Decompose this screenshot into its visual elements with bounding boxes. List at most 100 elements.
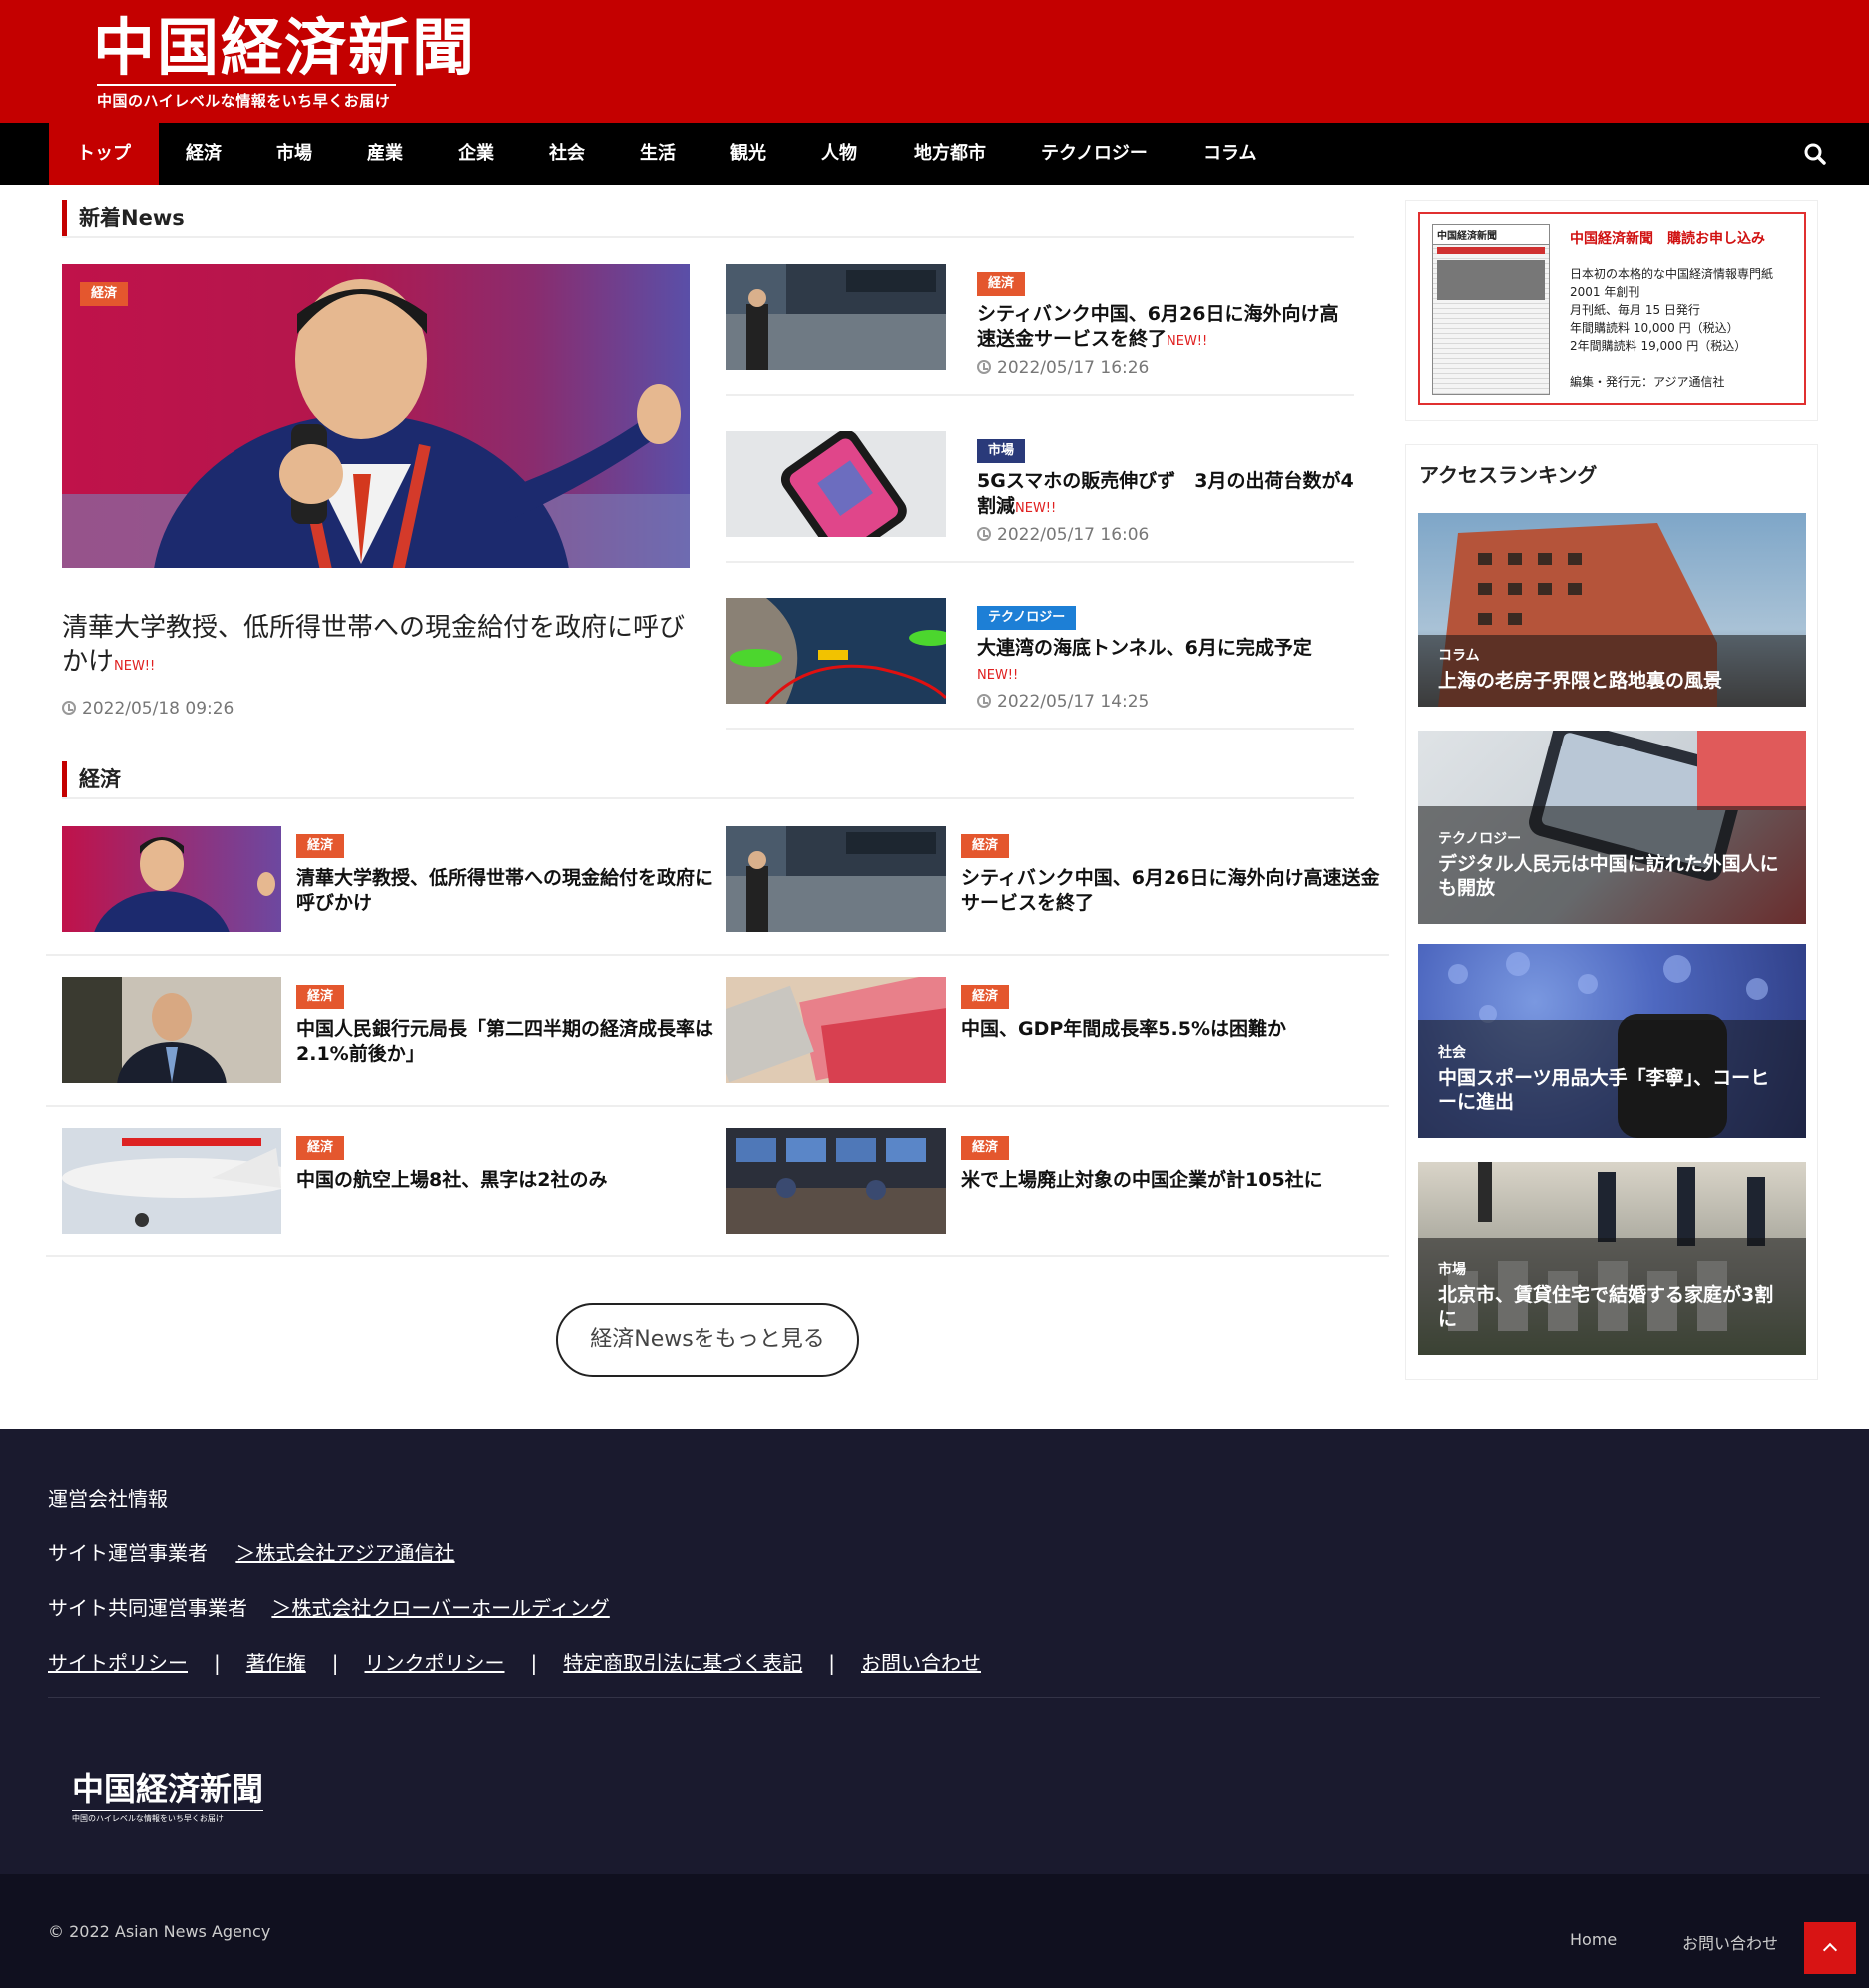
site-logo[interactable]: 中国経済新聞 中国のハイレベルな情報をいち早くお届け [93, 12, 476, 111]
category-tag[interactable]: 市場 [977, 439, 1026, 463]
date-text: 2022/05/17 14:25 [997, 692, 1150, 712]
subscription-ad[interactable]: 中国経済新聞 中国経済新聞 購読お申し込み 日本初の本格的な中国経済情報専門紙 … [1418, 212, 1806, 405]
article-thumbnail[interactable] [62, 977, 281, 1083]
date-text: 2022/05/18 09:26 [82, 699, 234, 719]
bottom-link-home[interactable]: Home [1570, 1930, 1617, 1949]
category-tag[interactable]: 経済 [961, 1136, 1010, 1160]
operator-label: サイト運営事業者 [48, 1541, 208, 1565]
nav-item-industry[interactable]: 産業 [339, 123, 431, 185]
section-heading-economy: 経済 [62, 747, 1354, 799]
article-title-text: 大連湾の海底トンネル、6月に完成予定 [977, 637, 1312, 659]
article-thumbnail[interactable] [726, 826, 946, 932]
footer-link-link-policy[interactable]: リンクポリシー [365, 1651, 505, 1675]
article-title[interactable]: シティバンク中国、6月26日に海外向け高速送金サービスを終了NEW!! [977, 302, 1354, 354]
nav-item-economy[interactable]: 経済 [158, 123, 249, 185]
separator: | [331, 1651, 339, 1675]
bottom-link-contact[interactable]: お問い合わせ [1682, 1930, 1778, 1954]
separator: | [530, 1651, 538, 1675]
ranking-title-text: デジタル人民元は中国に訪れた外国人にも開放 [1438, 853, 1779, 899]
latest-item: テクノロジー 大連湾の海底トンネル、6月に完成予定 NEW!! 2022/05/1… [726, 598, 1354, 730]
nav-item-people[interactable]: 人物 [793, 123, 885, 185]
site-footer: 運営会社情報 サイト運営事業者 ＞株式会社アジア通信社 サイト共同運営事業者 ＞… [0, 1429, 1869, 1874]
date-text: 2022/05/17 16:26 [997, 358, 1150, 378]
more-economy-news-button[interactable]: 経済Newsをもっと見る [556, 1303, 859, 1377]
featured-date: 2022/05/18 09:26 [62, 699, 234, 719]
newspaper-image: 中国経済新聞 [1432, 224, 1550, 395]
back-to-top-button[interactable] [1804, 1922, 1856, 1974]
new-badge: NEW!! [977, 668, 1019, 683]
ranking-item[interactable]: 社会 中国スポーツ用品大手「李寧」、コーヒーに進出 [1418, 944, 1806, 1138]
economy-card: 経済 シティバンク中国、6月26日に海外向け高速送金サービスを終了 [710, 814, 1389, 956]
article-title[interactable]: 米で上場廃止対象の中国企業が計105社に [961, 1168, 1390, 1193]
site-header: 中国経済新聞 中国のハイレベルな情報をいち早くお届け [0, 0, 1869, 123]
ranking-title-text: 中国スポーツ用品大手「李寧」、コーヒーに進出 [1438, 1067, 1770, 1113]
co-operator-row: サイト共同運営事業者 ＞株式会社クローバーホールディング [48, 1592, 610, 1621]
economy-card: 経済 清華大学教授、低所得世帯への現金給付を政府に呼びかけ [46, 814, 724, 956]
ranking-title-text: 上海の老房子界隈と路地裏の風景 [1438, 670, 1723, 692]
article-thumbnail[interactable] [726, 431, 946, 537]
new-badge: NEW!! [114, 659, 156, 674]
footer-link-site-policy[interactable]: サイトポリシー [48, 1651, 188, 1675]
article-title[interactable]: 中国の航空上場8社、黒字は2社のみ [296, 1168, 715, 1193]
section-heading-latest: 新着News [62, 186, 1354, 238]
nav-item-market[interactable]: 市場 [248, 123, 340, 185]
nav-item-local-cities[interactable]: 地方都市 [886, 123, 1014, 185]
category-tag[interactable]: テクノロジー [977, 606, 1077, 630]
copyright: © 2022 Asian News Agency [48, 1922, 271, 1941]
article-title[interactable]: シティバンク中国、6月26日に海外向け高速送金サービスを終了 [961, 866, 1380, 916]
footer-link-copyright[interactable]: 著作権 [246, 1651, 306, 1675]
featured-image[interactable]: 経済 [62, 264, 690, 568]
category-tag[interactable]: 経済 [80, 282, 129, 306]
ad-title: 中国経済新聞 購読お申し込み [1570, 231, 1765, 247]
economy-card: 経済 中国、GDP年間成長率5.5%は困難か [710, 965, 1389, 1107]
category-tag[interactable]: 経済 [961, 834, 1010, 858]
category-tag[interactable]: 経済 [961, 985, 1010, 1009]
nav-item-column[interactable]: コラム [1175, 123, 1284, 185]
article-thumbnail[interactable] [62, 826, 281, 932]
ranking-item[interactable]: 市場 北京市、賃貸住宅で結婚する家庭が3割に [1418, 1162, 1806, 1355]
nav-item-life[interactable]: 生活 [612, 123, 703, 185]
search-icon[interactable] [1801, 140, 1829, 168]
article-thumbnail[interactable] [726, 1128, 946, 1234]
ranking-category: 市場 [1438, 1262, 1466, 1278]
footer-link-commercial-law[interactable]: 特定商取引法に基づく表記 [563, 1651, 802, 1675]
article-title[interactable]: 中国、GDP年間成長率5.5%は困難か [961, 1017, 1380, 1042]
latest-item: 市場 5Gスマホの販売伸びず 3月の出荷台数が4割減NEW!! 2022/05/… [726, 431, 1354, 563]
article-thumbnail[interactable] [726, 977, 946, 1083]
co-operator-link[interactable]: ＞株式会社クローバーホールディング [271, 1596, 609, 1620]
article-thumbnail[interactable] [726, 598, 946, 704]
nav-item-society[interactable]: 社会 [521, 123, 613, 185]
ranking-item[interactable]: コラム 上海の老房子界隈と路地裏の風景 [1418, 513, 1806, 707]
clock-icon [977, 694, 991, 708]
article-title[interactable]: 清華大学教授、低所得世帯への現金給付を政府に呼びかけ [296, 866, 715, 916]
footer-logo[interactable]: 中国経済新聞 中国のハイレベルな情報をいち早くお届け [72, 1764, 264, 1824]
footer-logo-title: 中国経済新聞 [72, 1770, 264, 1808]
operator-row: サイト運営事業者 ＞株式会社アジア通信社 [48, 1537, 455, 1566]
article-thumbnail[interactable] [62, 1128, 281, 1234]
nav-item-tourism[interactable]: 観光 [702, 123, 794, 185]
nav-item-technology[interactable]: テクノロジー [1013, 123, 1175, 185]
nav-item-company[interactable]: 企業 [430, 123, 522, 185]
nav-item-top[interactable]: トップ [49, 123, 159, 185]
article-title-text: シティバンク中国、6月26日に海外向け高速送金サービスを終了 [977, 303, 1339, 350]
article-title[interactable]: 中国人民銀行元局長「第二四半期の経済成長率は2.1%前後か」 [296, 1017, 715, 1067]
section-title: 新着News [62, 200, 1354, 236]
new-badge: NEW!! [1015, 501, 1057, 516]
category-tag[interactable]: 経済 [296, 1136, 345, 1160]
ranking-item[interactable]: テクノロジー デジタル人民元は中国に訪れた外国人にも開放 [1418, 731, 1806, 924]
article-title[interactable]: 大連湾の海底トンネル、6月に完成予定 NEW!! [977, 636, 1354, 688]
category-tag[interactable]: 経済 [977, 272, 1026, 296]
ad-line: 日本初の本格的な中国経済情報専門紙 [1570, 267, 1774, 281]
category-tag[interactable]: 経済 [296, 985, 345, 1009]
operator-link[interactable]: ＞株式会社アジア通信社 [235, 1541, 454, 1565]
category-tag[interactable]: 経済 [296, 834, 345, 858]
footer-link-contact[interactable]: お問い合わせ [861, 1651, 981, 1675]
section-title: 経済 [62, 761, 1354, 797]
ranking-category: テクノロジー [1438, 831, 1522, 847]
footer-bottom-bar: © 2022 Asian News Agency Home お問い合わせ [0, 1874, 1869, 1988]
article-date: 2022/05/17 16:06 [977, 525, 1149, 545]
company-info-heading: 運営会社情報 [48, 1487, 168, 1511]
featured-title[interactable]: 清華大学教授、低所得世帯への現金給付を政府に呼びかけNEW!! [62, 611, 690, 684]
article-title[interactable]: 5Gスマホの販売伸びず 3月の出荷台数が4割減NEW!! [977, 469, 1354, 521]
article-thumbnail[interactable] [726, 264, 946, 370]
